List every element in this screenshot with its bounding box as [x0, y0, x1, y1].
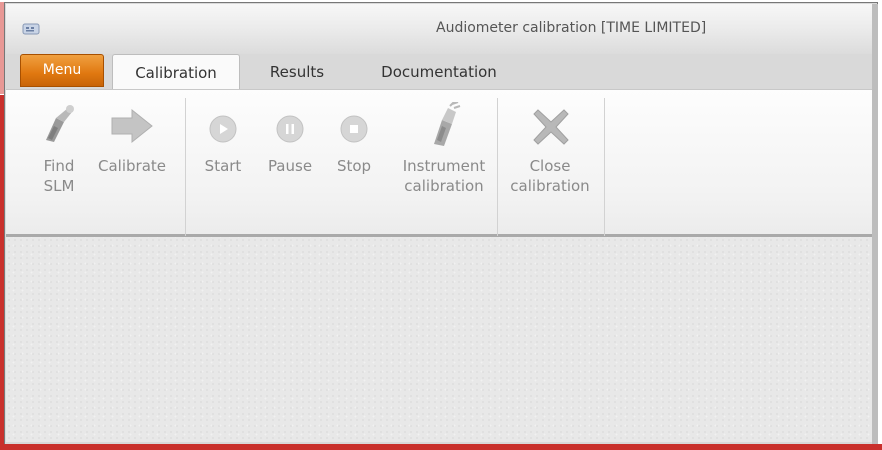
tab-calibration[interactable]: Calibration — [112, 54, 240, 89]
tab-label: Results — [269, 63, 325, 81]
stop-button[interactable]: Stop — [330, 100, 378, 200]
button-label-line2: calibration — [404, 177, 484, 195]
button-label-line1: Start — [204, 157, 242, 175]
pause-icon — [276, 115, 304, 143]
button-label-line2: SLM — [43, 177, 75, 195]
instrument-calibration-button[interactable]: Instrument calibration — [392, 100, 496, 200]
window-edge-highlight-bottom — [0, 444, 882, 450]
ribbon-panel: Find SLM Calibrate Start Pause Stop Inst… — [6, 89, 872, 237]
calibrate-button[interactable]: Calibrate — [90, 100, 174, 200]
pause-button[interactable]: Pause — [262, 100, 318, 200]
close-x-icon — [533, 109, 569, 145]
title-bar[interactable]: Audiometer calibration [TIME LIMITED] — [6, 4, 872, 54]
close-calibration-button[interactable]: Close calibration — [502, 100, 598, 200]
tab-label: Documentation — [381, 63, 497, 81]
ribbon-group-separator — [497, 98, 498, 236]
ribbon-tab-bar: Menu Calibration Results Documentation — [6, 54, 872, 89]
button-label-line1: Instrument — [402, 157, 486, 175]
button-label-line1: Pause — [267, 157, 313, 175]
button-label-line1: Find — [43, 157, 75, 175]
tab-documentation[interactable]: Documentation — [364, 54, 514, 89]
start-button[interactable]: Start — [196, 100, 250, 200]
ribbon-group-separator — [185, 98, 186, 236]
window-right-edge — [872, 4, 878, 444]
tab-results[interactable]: Results — [254, 54, 340, 89]
button-label-line1: Close — [529, 157, 571, 175]
arrow-right-icon — [111, 108, 153, 144]
menu-button[interactable]: Menu — [20, 54, 104, 87]
button-label-line1: Calibrate — [98, 157, 166, 175]
calibrator-icon — [434, 102, 461, 146]
play-icon — [209, 115, 237, 143]
button-label-line1: Stop — [336, 157, 372, 175]
audiometer-app-icon[interactable] — [22, 22, 40, 36]
find-slm-button[interactable]: Find SLM — [36, 100, 82, 200]
ribbon-group-separator — [604, 98, 605, 236]
sound-level-meter-icon — [46, 105, 74, 142]
window-title: Audiometer calibration [TIME LIMITED] — [436, 20, 707, 36]
main-content-area — [6, 237, 872, 442]
stop-icon — [340, 115, 368, 143]
tab-label: Calibration — [135, 64, 217, 82]
button-label-line2: calibration — [510, 177, 590, 195]
